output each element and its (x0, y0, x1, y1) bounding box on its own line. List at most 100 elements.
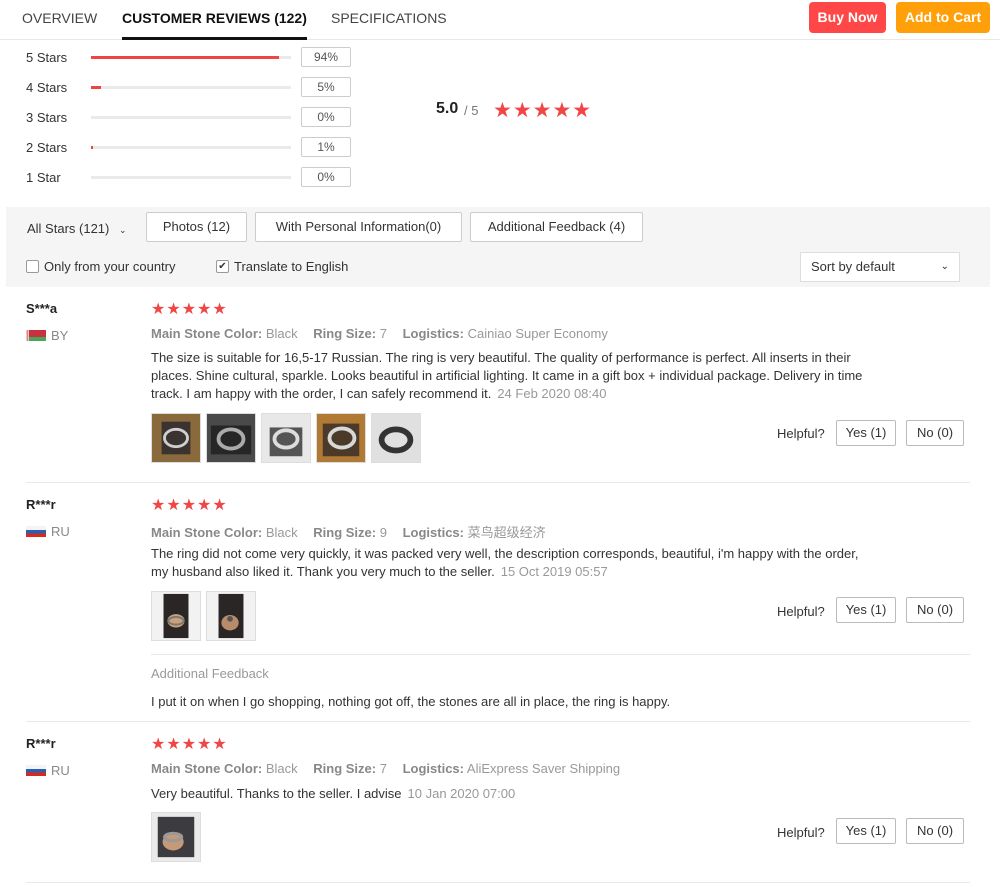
chevron-down-icon: ⌄ (119, 225, 127, 235)
breakdown-percent: 0% (301, 107, 351, 127)
breakdown-percent: 5% (301, 77, 351, 97)
stone-color-value: Black (265, 326, 298, 341)
helpful-yes-button[interactable]: Yes (1) (836, 818, 896, 844)
review-photo[interactable] (316, 413, 366, 463)
logistics-label: Logistics: (402, 525, 464, 540)
helpful-no-button[interactable]: No (0) (906, 597, 964, 623)
review-date: 15 Oct 2019 05:57 (500, 564, 608, 579)
review-text: Very beautiful. Thanks to the seller. I … (151, 785, 871, 803)
photos-filter-button[interactable]: Photos (12) (146, 212, 247, 242)
breakdown-percent: 94% (301, 47, 351, 67)
additional-feedback-text: I put it on when I go shopping, nothing … (151, 694, 671, 709)
helpful-yes-button[interactable]: Yes (1) (836, 420, 896, 446)
helpful-yes-button[interactable]: Yes (1) (836, 597, 896, 623)
breakdown-label: 4 Stars (26, 80, 68, 95)
review-text: The size is suitable for 16,5-17 Russian… (151, 349, 871, 403)
breakdown-row-5[interactable]: 5 Stars 94% (26, 47, 356, 69)
tab-bar: OVERVIEW CUSTOMER REVIEWS (122) SPECIFIC… (0, 0, 1000, 40)
breakdown-label: 2 Stars (26, 140, 68, 155)
review-item: R***r RU ★★★★★ Main Stone Color: Black R… (0, 483, 1000, 721)
average-score: 5.0 (436, 100, 459, 117)
chevron-down-icon: ⌄ (940, 261, 949, 272)
ring-size-value: 7 (379, 761, 387, 776)
logistics-value: Cainiao Super Economy (467, 326, 608, 341)
all-stars-label: All Stars (121) (27, 221, 110, 236)
additional-feedback-filter-button[interactable]: Additional Feedback (4) (470, 212, 643, 242)
all-stars-dropdown[interactable]: All Stars (121) ⌄ (27, 221, 127, 236)
breakdown-bar (91, 86, 291, 89)
reviewer-country: RU (51, 524, 70, 539)
logistics-value: 菜鸟超级经济 (467, 525, 546, 540)
logistics-value: AliExpress Saver Shipping (466, 761, 621, 776)
stone-color-label: Main Stone Color: (151, 525, 263, 540)
breakdown-label: 1 Star (26, 170, 61, 185)
breakdown-row-3[interactable]: 3 Stars 0% (26, 107, 356, 129)
breakdown-row-4[interactable]: 4 Stars 5% (26, 77, 356, 99)
review-photo[interactable] (206, 413, 256, 463)
review-attributes: Main Stone Color: Black Ring Size: 9 Log… (151, 522, 546, 541)
helpful-no-button[interactable]: No (0) (906, 818, 964, 844)
helpful-label: Helpful? (777, 426, 825, 441)
ring-size-label: Ring Size: (313, 326, 377, 341)
stone-color-value: Black (265, 761, 298, 776)
reviewer-name: S***a (26, 301, 58, 316)
helpful-no-button[interactable]: No (0) (906, 420, 964, 446)
stone-color-value: Black (265, 525, 298, 540)
reviewer-name: R***r (26, 497, 56, 512)
tab-customer-reviews[interactable]: CUSTOMER REVIEWS (122) (122, 0, 307, 40)
review-photo[interactable] (371, 413, 421, 463)
ring-size-value: 7 (379, 326, 387, 341)
breakdown-percent: 1% (301, 137, 351, 157)
additional-feedback-divider (151, 654, 970, 655)
reviewer-country: BY (51, 328, 69, 343)
breakdown-row-2[interactable]: 2 Stars 1% (26, 137, 356, 159)
review-photo[interactable] (261, 413, 311, 463)
review-item: S***a BY ★★★★★ Main Stone Color: Black R… (0, 287, 1000, 483)
review-date: 24 Feb 2020 08:40 (497, 386, 607, 401)
breakdown-bar (91, 146, 291, 149)
flag-ru-icon (26, 765, 46, 776)
reviewer-name: R***r (26, 736, 56, 751)
breakdown-label: 3 Stars (26, 110, 68, 125)
breakdown-row-1[interactable]: 1 Star 0% (26, 167, 356, 189)
checkmark-icon: ✔ (218, 261, 227, 272)
review-star-icons: ★★★★★ (151, 301, 228, 318)
review-photo[interactable] (151, 812, 201, 862)
average-star-icons: ★★★★★ (493, 99, 593, 122)
review-divider (26, 882, 970, 883)
review-photo[interactable] (151, 413, 201, 463)
review-attributes: Main Stone Color: Black Ring Size: 7 Log… (151, 761, 620, 776)
breakdown-percent: 0% (301, 167, 351, 187)
breakdown-bar (91, 116, 291, 119)
buy-now-button[interactable]: Buy Now (809, 2, 886, 33)
breakdown-bar-fill (91, 56, 279, 59)
stone-color-label: Main Stone Color: (151, 761, 263, 776)
additional-feedback-title: Additional Feedback (151, 666, 269, 681)
review-item: R***r RU ★★★★★ Main Stone Color: Black R… (0, 722, 1000, 882)
average-out-of: / 5 (464, 103, 479, 118)
review-date: 10 Jan 2020 07:00 (407, 786, 516, 801)
ring-size-value: 9 (379, 525, 387, 540)
only-country-checkbox[interactable] (26, 260, 39, 273)
logistics-label: Logistics: (402, 761, 464, 776)
flag-ru-icon (26, 526, 46, 537)
reviewer-country: RU (51, 763, 70, 778)
review-photo[interactable] (206, 591, 256, 641)
add-to-cart-button[interactable]: Add to Cart (896, 2, 990, 33)
tab-overview[interactable]: OVERVIEW (22, 0, 97, 40)
breakdown-bar (91, 56, 291, 59)
logistics-label: Logistics: (402, 326, 464, 341)
helpful-label: Helpful? (777, 604, 825, 619)
review-photo[interactable] (151, 591, 201, 641)
personal-info-filter-button[interactable]: With Personal Information(0) (255, 212, 462, 242)
helpful-label: Helpful? (777, 825, 825, 840)
review-attributes: Main Stone Color: Black Ring Size: 7 Log… (151, 326, 608, 341)
review-star-icons: ★★★★★ (151, 736, 228, 753)
breakdown-bar (91, 176, 291, 179)
translate-label: Translate to English (234, 259, 349, 274)
translate-checkbox[interactable]: ✔ (216, 260, 229, 273)
review-text: The ring did not come very quickly, it w… (151, 545, 871, 581)
tab-specifications[interactable]: SPECIFICATIONS (331, 0, 447, 40)
sort-select[interactable]: Sort by default ⌄ (800, 252, 960, 282)
breakdown-label: 5 Stars (26, 50, 68, 65)
